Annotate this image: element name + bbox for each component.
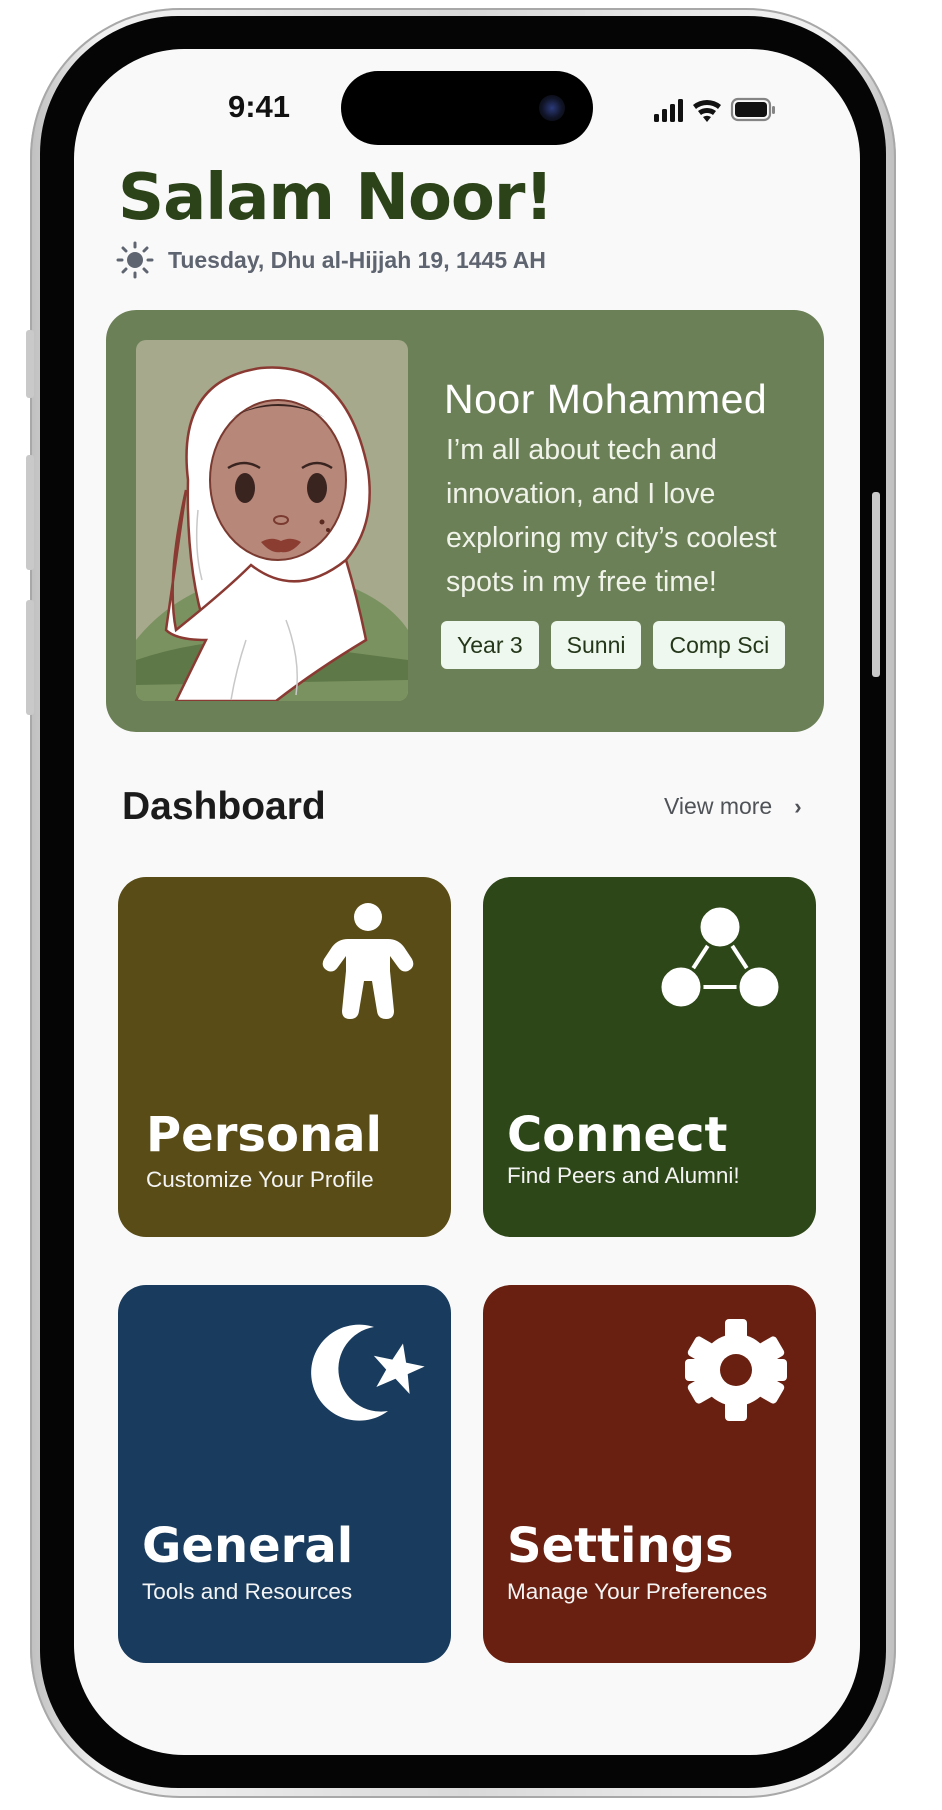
- dashboard-title: Dashboard: [122, 785, 326, 828]
- tag-sect[interactable]: Sunni: [550, 621, 642, 669]
- date-label: Tuesday, Dhu al-Hijjah 19, 1445 AH: [168, 246, 546, 273]
- avatar-illustration: [136, 366, 408, 701]
- view-more-link[interactable]: View more ›: [664, 793, 802, 820]
- view-more-label: View more: [664, 793, 773, 819]
- tile-personal-title: Personal: [146, 1107, 382, 1163]
- crescent-star-icon: [311, 1324, 425, 1421]
- avatar: [136, 340, 408, 701]
- status-time: 9:41: [227, 89, 291, 124]
- dynamic-island: [341, 71, 593, 145]
- status-icons: [654, 97, 775, 122]
- camera-icon: [539, 95, 565, 121]
- network-icon: [661, 905, 779, 1009]
- volume-up-button: [26, 455, 34, 570]
- wifi-icon: [693, 99, 721, 122]
- tile-connect[interactable]: Connect Find Peers and Alumni!: [483, 877, 816, 1237]
- tile-personal[interactable]: Personal Customize Your Profile: [118, 877, 451, 1237]
- power-button: [872, 492, 880, 677]
- profile-card[interactable]: Noor Mohammed I’m all about tech and inn…: [106, 310, 824, 732]
- tile-general-subtitle: Tools and Resources: [142, 1579, 353, 1604]
- profile-tags: Year 3 Sunni Comp Sci: [441, 621, 786, 669]
- battery-icon: [730, 97, 775, 122]
- cellular-signal-icon: [654, 99, 683, 122]
- profile-name: Noor Mohammed: [444, 376, 768, 422]
- greeting-title: Salam Noor!: [118, 161, 554, 235]
- tag-major[interactable]: Comp Sci: [653, 621, 786, 669]
- tile-connect-subtitle: Find Peers and Alumni!: [507, 1163, 740, 1188]
- gear-icon: [685, 1319, 787, 1421]
- date-row: Tuesday, Dhu al-Hijjah 19, 1445 AH: [116, 241, 546, 279]
- person-icon: [322, 903, 414, 1019]
- sun-icon: [116, 241, 154, 279]
- tile-personal-subtitle: Customize Your Profile: [146, 1167, 374, 1192]
- app-screen: 9:41 Salam Noor! Tuesday, Dhu al-Hijjah …: [74, 49, 860, 1755]
- profile-bio: I’m all about tech and innovation, and I…: [446, 434, 777, 598]
- tile-general[interactable]: General Tools and Resources: [118, 1285, 451, 1663]
- tag-year[interactable]: Year 3: [441, 621, 539, 669]
- chevron-right-icon: ›: [794, 793, 802, 819]
- tile-connect-title: Connect: [507, 1107, 728, 1163]
- tile-settings[interactable]: Settings Manage Your Preferences: [483, 1285, 816, 1663]
- tile-settings-subtitle: Manage Your Preferences: [507, 1579, 768, 1604]
- volume-down-button: [26, 600, 34, 715]
- tile-general-title: General: [142, 1518, 354, 1574]
- action-button: [26, 330, 34, 398]
- tile-settings-title: Settings: [507, 1518, 734, 1574]
